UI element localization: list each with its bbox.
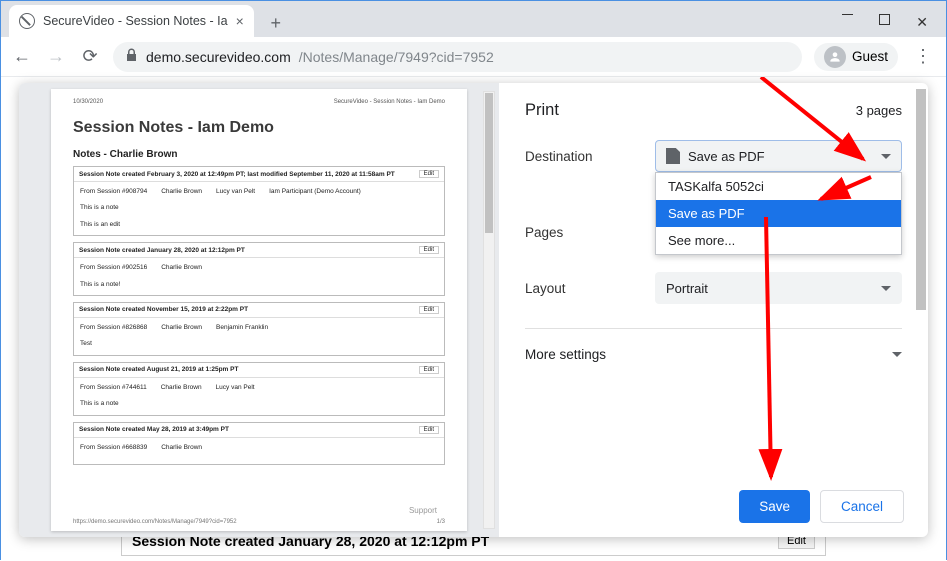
preview-attendee: Charlie Brown <box>161 323 202 333</box>
destination-option-pdf[interactable]: Save as PDF <box>656 200 901 227</box>
destination-value: Save as PDF <box>688 149 765 164</box>
menu-icon[interactable]: ⋮ <box>910 46 936 67</box>
preview-note-body: This is a note <box>80 399 438 409</box>
preview-edit-button[interactable]: Edit <box>419 426 439 434</box>
blocked-icon <box>19 13 35 29</box>
print-title: Print <box>525 101 559 120</box>
preview-attendee: Charlie Brown <box>161 263 202 273</box>
support-label: Support <box>409 506 437 515</box>
preview-edit-button[interactable]: Edit <box>419 246 439 254</box>
preview-edit-button[interactable]: Edit <box>419 170 439 178</box>
preview-session-id: From Session #744611 <box>80 383 147 393</box>
preview-note-title: Session Note created August 21, 2019 at … <box>79 366 238 373</box>
viewport: Session Note created January 28, 2020 at… <box>1 77 946 561</box>
preview-session-id: From Session #668839 <box>80 443 147 453</box>
chevron-down-icon <box>881 154 891 159</box>
cancel-button[interactable]: Cancel <box>820 490 904 523</box>
layout-label: Layout <box>525 281 655 296</box>
lock-icon <box>125 48 138 65</box>
close-window-icon[interactable]: ✕ <box>916 14 928 31</box>
preview-note-body: Test <box>80 339 438 349</box>
destination-option-more[interactable]: See more... <box>656 227 901 254</box>
preview-note-body: This is a note! <box>80 280 438 290</box>
preview-session-id: From Session #826868 <box>80 323 147 333</box>
preview-note-title: Session Note created February 3, 2020 at… <box>79 171 395 178</box>
destination-label: Destination <box>525 149 655 164</box>
chevron-down-icon <box>892 352 902 357</box>
url-path: /Notes/Manage/7949?cid=7952 <box>299 49 494 65</box>
preview-note-body: This is an edit <box>80 220 438 230</box>
preview-attendee: Charlie Brown <box>161 187 202 197</box>
preview-note: Session Note created August 21, 2019 at … <box>73 362 445 416</box>
destination-dropdown: TASKalfa 5052ci Save as PDF See more... <box>655 172 902 255</box>
maximize-icon[interactable] <box>879 14 890 25</box>
page-count: 3 pages <box>856 103 902 118</box>
preview-note: Session Note created May 28, 2019 at 3:4… <box>73 422 445 465</box>
more-settings-toggle[interactable]: More settings <box>525 339 902 370</box>
pdf-icon <box>666 148 680 164</box>
preview-note-body: This is a note <box>80 203 438 213</box>
minimize-icon[interactable] <box>842 14 853 15</box>
preview-footer-url: https://demo.securevideo.com/Notes/Manag… <box>73 519 237 525</box>
preview-attendee: Iam Participant (Demo Account) <box>269 187 361 197</box>
browser-titlebar: SecureVideo - Session Notes - Ia × + ✕ <box>1 1 946 37</box>
preview-attendee: Lucy van Pelt <box>216 383 255 393</box>
preview-session-id: From Session #908794 <box>80 187 147 197</box>
layout-value: Portrait <box>666 281 708 296</box>
preview-h1: Session Notes - Iam Demo <box>73 119 445 137</box>
address-bar[interactable]: demo.securevideo.com/Notes/Manage/7949?c… <box>113 42 802 72</box>
preview-attendee: Benjamin Franklin <box>216 323 268 333</box>
preview-note-title: Session Note created January 28, 2020 at… <box>79 247 245 254</box>
browser-toolbar: ← → ⟳ demo.securevideo.com/Notes/Manage/… <box>1 37 946 77</box>
pages-label: Pages <box>525 225 655 240</box>
preview-note: Session Note created February 3, 2020 at… <box>73 166 445 236</box>
preview-scrollbar[interactable] <box>483 91 495 529</box>
profile-chip[interactable]: Guest <box>814 43 898 71</box>
destination-select[interactable]: Save as PDF <box>655 140 902 172</box>
browser-tab[interactable]: SecureVideo - Session Notes - Ia × <box>9 5 254 37</box>
more-settings-label: More settings <box>525 347 606 362</box>
preview-edit-button[interactable]: Edit <box>419 306 439 314</box>
layout-select[interactable]: Portrait <box>655 272 902 304</box>
preview-note: Session Note created January 28, 2020 at… <box>73 242 445 296</box>
avatar-icon <box>824 46 846 68</box>
print-settings-pane: Print 3 pages Destination Save as PDF TA… <box>499 83 928 537</box>
profile-label: Guest <box>852 49 888 64</box>
preview-scroll-thumb[interactable] <box>485 93 493 233</box>
print-dialog: 10/30/2020 SecureVideo - Session Notes -… <box>19 83 928 537</box>
save-button[interactable]: Save <box>739 490 810 523</box>
preview-page: 10/30/2020 SecureVideo - Session Notes -… <box>51 89 467 531</box>
preview-attendee: Charlie Brown <box>161 383 202 393</box>
preview-session-id: From Session #902516 <box>80 263 147 273</box>
tab-title: SecureVideo - Session Notes - Ia <box>43 14 228 28</box>
preview-note: Session Note created November 15, 2019 a… <box>73 302 445 356</box>
new-tab-button[interactable]: + <box>262 9 290 37</box>
close-tab-icon[interactable]: × <box>236 13 244 29</box>
url-host: demo.securevideo.com <box>146 49 291 65</box>
back-icon[interactable]: ← <box>11 46 33 67</box>
preview-note-title: Session Note created May 28, 2019 at 3:4… <box>79 426 229 433</box>
preview-page-indicator: 1/3 <box>437 519 445 525</box>
preview-attendee: Charlie Brown <box>161 443 202 453</box>
preview-h2: Notes - Charlie Brown <box>73 149 445 160</box>
print-preview-pane: 10/30/2020 SecureVideo - Session Notes -… <box>19 83 499 537</box>
settings-scroll-thumb[interactable] <box>916 89 926 310</box>
preview-date: 10/30/2020 <box>73 99 103 105</box>
window-controls: ✕ <box>842 14 946 37</box>
chevron-down-icon <box>881 286 891 291</box>
forward-icon: → <box>45 46 67 67</box>
preview-doc-header: SecureVideo - Session Notes - Iam Demo <box>334 99 445 105</box>
destination-option-printer[interactable]: TASKalfa 5052ci <box>656 173 901 200</box>
preview-edit-button[interactable]: Edit <box>419 366 439 374</box>
reload-icon[interactable]: ⟳ <box>79 46 101 67</box>
preview-note-title: Session Note created November 15, 2019 a… <box>79 306 248 313</box>
settings-scrollbar[interactable] <box>916 89 926 531</box>
preview-attendee: Lucy van Pelt <box>216 187 255 197</box>
